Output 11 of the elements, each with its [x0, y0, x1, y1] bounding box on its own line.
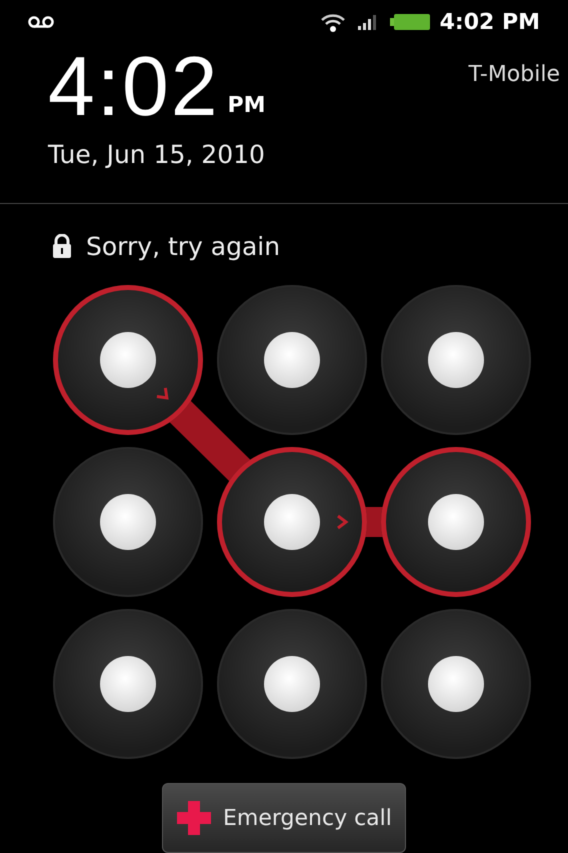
voicemail-icon: [28, 15, 54, 29]
carrier-label: T-Mobile: [468, 61, 560, 89]
status-time: 4:02 PM: [440, 8, 540, 36]
clock-time: 4:02: [48, 44, 220, 128]
status-message: Sorry, try again: [86, 230, 280, 262]
date-label: Tue, Jun 15, 2010: [48, 139, 266, 171]
clock-ampm: PM: [228, 92, 266, 120]
plus-icon: [175, 799, 213, 837]
battery-icon: [390, 13, 430, 31]
lock-icon: [52, 234, 72, 258]
emergency-call-button[interactable]: Emergency call: [162, 783, 406, 853]
